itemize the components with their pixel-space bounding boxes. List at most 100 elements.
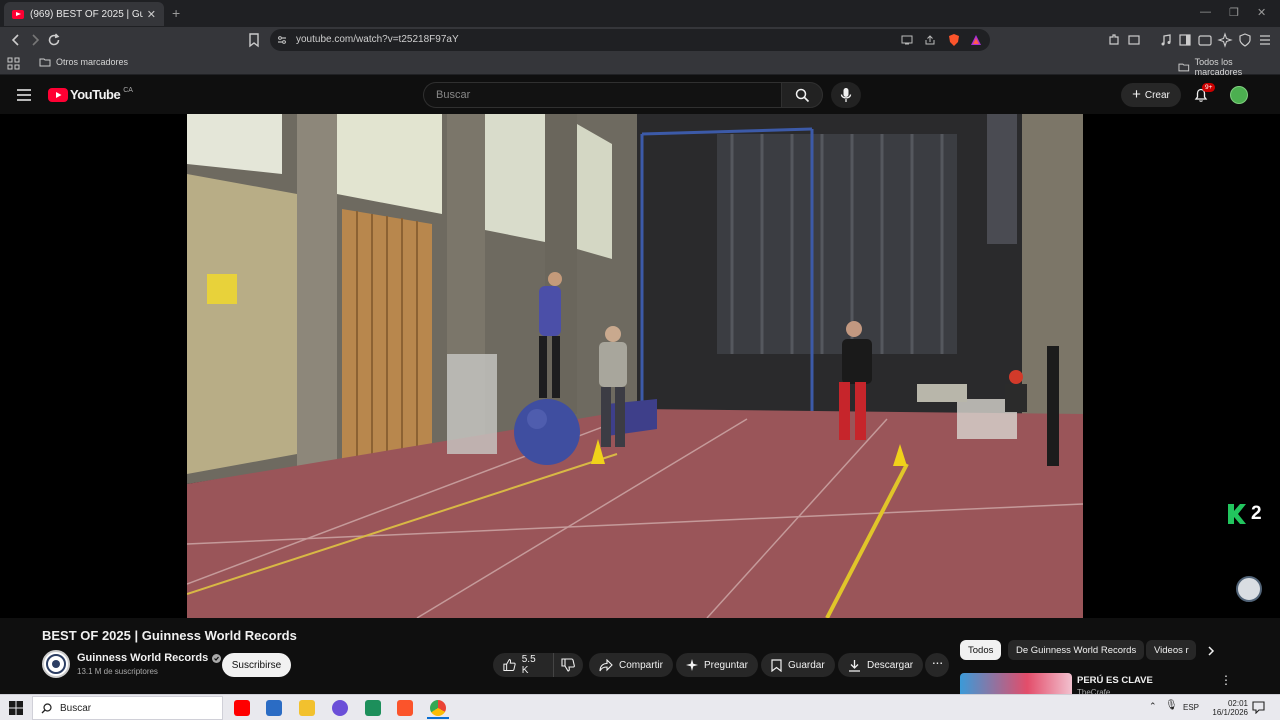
chip-all[interactable]: Todos: [960, 640, 1002, 660]
clock-date: 16/1/2026: [1212, 708, 1248, 717]
restore-icon[interactable]: ❐: [1229, 6, 1239, 19]
store-app-icon[interactable]: [266, 700, 282, 716]
chip-from-channel[interactable]: De Guinness World Records: [1008, 640, 1145, 660]
language-indicator[interactable]: ESP: [1183, 703, 1199, 712]
wallet-icon[interactable]: [1197, 32, 1213, 48]
cast-icon[interactable]: [901, 34, 913, 46]
youtube-app-icon[interactable]: [234, 700, 250, 716]
video-scene-image: [187, 114, 1083, 618]
back-icon[interactable]: [8, 32, 24, 48]
brave-rewards-icon[interactable]: [969, 33, 983, 47]
ask-button[interactable]: Preguntar: [676, 653, 758, 677]
recommendation-menu-icon[interactable]: ⋮: [1220, 673, 1232, 687]
channel-name: Guinness World Records: [77, 652, 209, 664]
video-title: BEST OF 2025 | Guinness World Records: [42, 628, 297, 643]
minimize-icon[interactable]: —: [1200, 6, 1211, 18]
other-bookmarks-folder[interactable]: Otros marcadores: [39, 57, 128, 67]
guinness-watermark-icon[interactable]: [1236, 576, 1262, 602]
other-bookmarks-label: Otros marcadores: [56, 57, 129, 67]
channel-avatar[interactable]: [42, 650, 70, 678]
channel-name-row[interactable]: Guinness World Records: [77, 652, 222, 664]
all-bookmarks-folder[interactable]: Todos los marcadores: [1178, 57, 1280, 77]
forward-icon[interactable]: [27, 32, 43, 48]
verified-icon: [212, 653, 222, 663]
bookmark-page-icon[interactable]: [246, 32, 262, 48]
clock[interactable]: 02:01 16/1/2026: [1212, 699, 1248, 717]
browser-toolbar: youtube.com/watch?v=t25218F97aY: [0, 27, 1280, 53]
guide-menu-icon[interactable]: [16, 88, 32, 102]
channel-watermark-k2[interactable]: 2: [1228, 503, 1262, 525]
menu-icon[interactable]: [1257, 32, 1273, 48]
folder-icon: [39, 58, 51, 67]
tab-title: (969) BEST OF 2025 | Guinness W: [30, 8, 143, 20]
screenshot-icon[interactable]: [1126, 32, 1142, 48]
region-code: CA: [123, 86, 133, 94]
dislike-button[interactable]: [553, 653, 583, 677]
clock-time: 02:01: [1227, 699, 1248, 708]
chip-related[interactable]: Videos r: [1146, 640, 1196, 660]
share-button[interactable]: Compartir: [589, 653, 673, 677]
apps-grid-icon[interactable]: [7, 57, 20, 70]
share-page-icon[interactable]: [924, 34, 936, 46]
video-frame[interactable]: [187, 114, 1083, 618]
site-info-icon[interactable]: [276, 34, 288, 46]
new-tab-icon[interactable]: +: [172, 5, 180, 21]
youtube-logo[interactable]: YouTube CA: [48, 87, 133, 102]
account-avatar[interactable]: [1230, 86, 1248, 104]
notifications-button[interactable]: 9+: [1193, 83, 1216, 103]
chevron-right-icon[interactable]: [1206, 645, 1216, 657]
more-dots-icon: ···: [931, 654, 944, 670]
subscribe-button[interactable]: Suscribirse: [222, 653, 291, 677]
taskbar-search-label: Buscar: [60, 702, 92, 714]
search-button[interactable]: [781, 82, 823, 108]
recommendation-title[interactable]: PERÚ ES CLAVE: [1077, 675, 1153, 686]
extensions-icon[interactable]: [1106, 32, 1122, 48]
file-explorer-icon[interactable]: [299, 700, 315, 716]
messenger-app-icon[interactable]: [332, 700, 348, 716]
microphone-tray-icon[interactable]: 🎙: [1165, 700, 1178, 711]
save-button[interactable]: Guardar: [761, 653, 835, 677]
folder-icon: [1178, 63, 1190, 72]
app-icon-green[interactable]: [365, 700, 381, 716]
search-input[interactable]: Buscar: [423, 82, 781, 108]
k2-badge-number: 2: [1251, 503, 1262, 524]
bookmark-icon: [771, 658, 782, 672]
voice-search-button[interactable]: [831, 82, 861, 108]
windows-start-icon[interactable]: [9, 701, 23, 715]
sparkle-icon: [686, 659, 698, 671]
guinness-logo-icon: [46, 654, 66, 674]
leo-ai-icon[interactable]: [1217, 32, 1233, 48]
download-label: Descargar: [867, 659, 914, 671]
recommendation-thumbnail[interactable]: [960, 673, 1072, 695]
music-icon[interactable]: [1158, 32, 1174, 48]
video-player[interactable]: 2: [0, 114, 1280, 618]
sidebar-toggle-icon[interactable]: [1177, 32, 1193, 48]
brave-shield-icon[interactable]: [947, 33, 961, 47]
windows-taskbar: Buscar ⌃ 🎙 ESP 02:01 16/1/2026: [0, 694, 1280, 720]
close-tab-icon[interactable]: ✕: [147, 8, 156, 21]
reload-icon[interactable]: [46, 32, 62, 48]
taskbar-search[interactable]: Buscar: [32, 696, 223, 720]
vpn-shield-icon[interactable]: [1237, 32, 1253, 48]
download-button[interactable]: Descargar: [838, 653, 924, 677]
address-bar[interactable]: youtube.com/watch?v=t25218F97aY: [270, 29, 990, 51]
browser-tab[interactable]: (969) BEST OF 2025 | Guinness W ✕: [4, 2, 164, 26]
url-text: youtube.com/watch?v=t25218F97aY: [296, 34, 459, 45]
like-button[interactable]: 5.5 K: [493, 653, 553, 677]
close-window-icon[interactable]: ✕: [1257, 6, 1266, 19]
more-actions-button[interactable]: ···: [925, 653, 949, 677]
search-icon: [41, 702, 52, 713]
all-bookmarks-label: Todos los marcadores: [1194, 57, 1243, 77]
tray-chevron-icon[interactable]: ⌃: [1149, 701, 1157, 712]
brave-browser-icon[interactable]: [397, 700, 413, 716]
create-label: Crear: [1144, 89, 1170, 101]
create-button[interactable]: + Crear: [1121, 83, 1181, 107]
youtube-logo-text: YouTube: [70, 87, 121, 102]
share-label: Compartir: [619, 659, 663, 671]
chrome-browser-icon[interactable]: [430, 700, 446, 716]
notification-center-icon[interactable]: [1252, 701, 1265, 714]
k-logo-icon: [1228, 504, 1246, 524]
youtube-header: YouTube CA Buscar + Crear 9+: [0, 76, 1280, 114]
like-count: 5.5 K: [521, 654, 536, 676]
youtube-favicon-icon: [12, 9, 24, 19]
